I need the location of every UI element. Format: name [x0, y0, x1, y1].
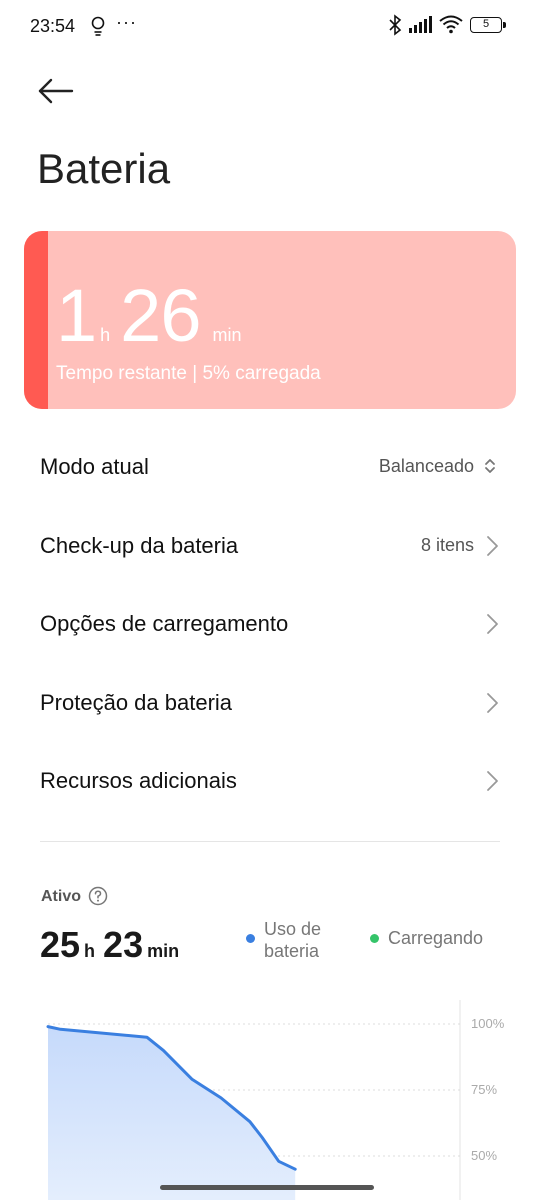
legend-dot-charging	[370, 934, 379, 943]
battery-status-card: 1 h 26 min Tempo restante | 5% carregada	[24, 231, 516, 409]
remaining-subtitle: Tempo restante | 5% carregada	[56, 363, 321, 384]
minutes-unit: min	[147, 941, 180, 961]
home-indicator[interactable]	[160, 1185, 374, 1190]
charging-options-row[interactable]: Opções de carregamento	[0, 585, 540, 664]
row-value: Balanceado	[378, 456, 474, 476]
chevron-right-icon	[487, 535, 498, 556]
battery-level-fill	[24, 231, 48, 409]
settings-list: Modo atual Balanceado Check-up da bateri…	[0, 428, 540, 821]
remaining-time: 1 h 26 min	[56, 273, 252, 358]
chevron-right-icon	[487, 692, 498, 713]
active-minutes: 23	[103, 924, 144, 965]
row-label: Opções de carregamento	[40, 611, 289, 636]
row-label: Recursos adicionais	[40, 768, 237, 793]
active-hours: 25	[40, 924, 81, 965]
status-time: 23:54	[30, 16, 76, 36]
legend-label: Uso de bateria	[264, 919, 322, 961]
usage-area	[48, 1026, 296, 1200]
wifi-icon	[439, 15, 463, 34]
section-divider	[40, 841, 500, 842]
y-tick-label: 50%	[471, 1148, 497, 1163]
more-notifications-icon: ···	[116, 12, 137, 32]
active-time: 25 h 23 min	[40, 924, 187, 966]
hours-unit: h	[100, 325, 111, 345]
help-icon[interactable]	[88, 886, 108, 906]
row-label: Modo atual	[40, 454, 149, 479]
legend-label: Carregando	[388, 928, 484, 948]
up-down-chevron-icon	[485, 459, 495, 473]
row-value: 8 itens	[420, 534, 474, 555]
battery-checkup-row[interactable]: Check-up da bateria 8 itens	[0, 507, 540, 586]
chevron-right-icon	[487, 614, 498, 634]
row-label: Proteção da bateria	[40, 689, 233, 715]
back-button[interactable]	[34, 72, 78, 112]
additional-features-row[interactable]: Recursos adicionais	[0, 742, 540, 821]
page-title: Bateria	[37, 145, 171, 192]
battery-usage-chart: 100% 75% 50%	[46, 1000, 505, 1200]
current-mode-row[interactable]: Modo atual Balanceado	[0, 428, 540, 507]
status-bar: 23:54 ··· 5	[0, 0, 540, 52]
bluetooth-icon	[389, 14, 402, 36]
remaining-hours: 1	[56, 274, 97, 357]
signal-icon	[409, 16, 432, 33]
active-label: Ativo	[41, 888, 81, 905]
battery-protection-row[interactable]: Proteção da bateria	[0, 664, 540, 743]
y-tick-label: 75%	[471, 1082, 497, 1097]
chevron-right-icon	[487, 771, 498, 791]
legend-dot-usage	[246, 934, 255, 943]
location-bulb-icon	[91, 16, 105, 36]
hours-unit: h	[84, 941, 96, 961]
arrow-left-icon	[38, 78, 74, 104]
remaining-minutes: 26	[120, 274, 201, 357]
y-tick-label: 100%	[471, 1016, 505, 1031]
battery-icon: 5	[470, 17, 506, 33]
minutes-unit: min	[212, 325, 242, 345]
row-label: Check-up da bateria	[40, 532, 239, 558]
